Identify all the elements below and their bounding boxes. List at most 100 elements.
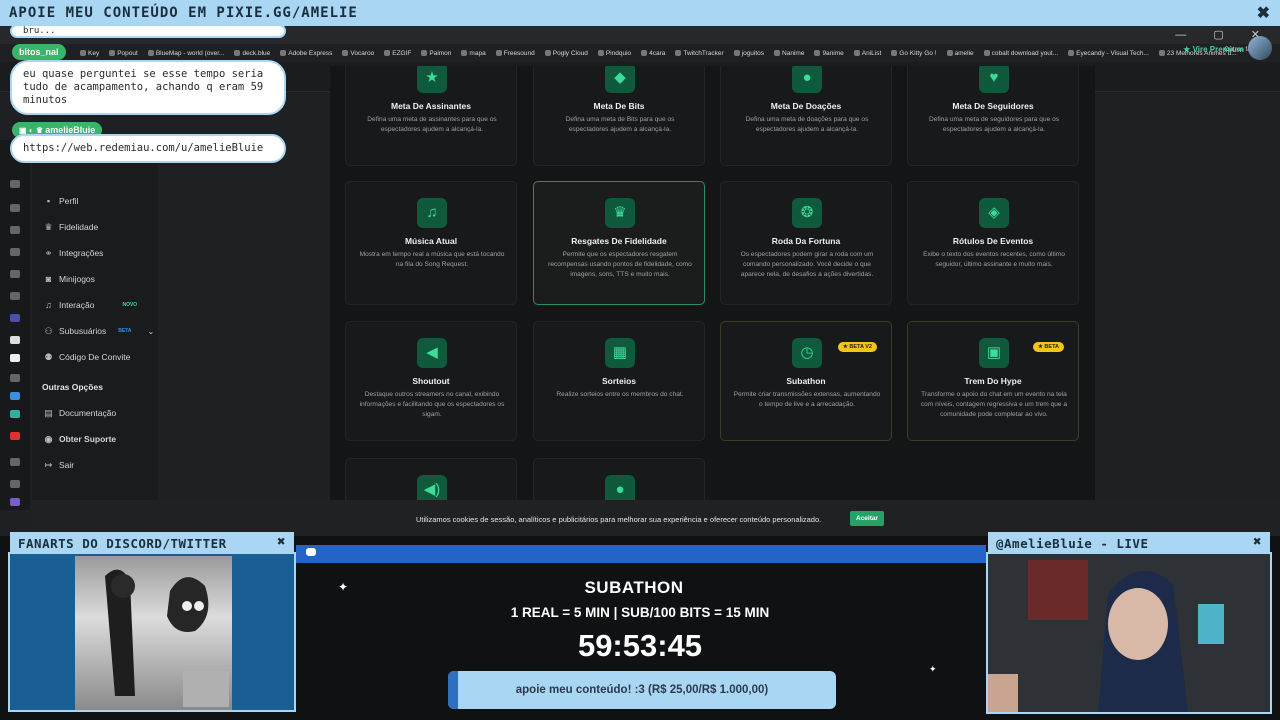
bookmark-icon bbox=[147, 50, 154, 56]
bookmark-item[interactable]: Go Kitty Go ! bbox=[891, 46, 937, 60]
bookmark-icon bbox=[421, 50, 428, 56]
accept-cookies-button[interactable]: Aceitar bbox=[850, 511, 885, 526]
bookmark-item[interactable]: 4cara bbox=[641, 46, 665, 60]
side-icon[interactable] bbox=[10, 374, 20, 382]
widget-card[interactable]: ♛ Resgates De Fidelidade Permite que os es… bbox=[533, 181, 705, 305]
bookmark-item[interactable]: mapa bbox=[461, 46, 486, 60]
bookmark-label: 4cara bbox=[649, 49, 666, 57]
bookmark-icon bbox=[280, 50, 287, 56]
widget-title: Meta De Assinantes bbox=[391, 101, 471, 111]
bookmark-item[interactable]: cobalt download yout... bbox=[983, 46, 1058, 60]
bookmark-item[interactable]: EZGIF bbox=[384, 46, 411, 60]
sidebar-item-sair[interactable]: ↦ Sair bbox=[44, 460, 74, 470]
side-icon[interactable] bbox=[10, 480, 20, 488]
bookmark-icon bbox=[495, 50, 502, 56]
widget-card[interactable]: ★ Meta De Assinantes Defina uma meta de as… bbox=[345, 66, 517, 166]
bookmark-item[interactable]: deck.blue bbox=[234, 46, 270, 60]
side-icon[interactable] bbox=[10, 248, 20, 256]
bookmark-item[interactable]: amelie bbox=[946, 46, 974, 60]
widget-card[interactable]: ◷ Subathon Permite criar transmissões exte… bbox=[720, 321, 892, 441]
bookmark-item[interactable]: Pindquio bbox=[597, 46, 631, 60]
widget-card[interactable]: ◀ Shoutout Destaque outros streamers no ca… bbox=[345, 321, 517, 441]
sidebar-item-interacao[interactable]: ♫ Interação NOVO bbox=[44, 300, 137, 310]
sidebar-item-subusuarios[interactable]: ⚇ Subusuários BETA ⌄ bbox=[44, 326, 154, 336]
sidebar-section-title: Outras Opções bbox=[42, 382, 103, 392]
sidebar-item-label: Obter Suporte bbox=[59, 434, 117, 444]
sidebar-item-convite[interactable]: ⚉ Código De Convite bbox=[44, 352, 130, 362]
bookmark-item[interactable]: Pogly Cloud bbox=[544, 46, 588, 60]
bookmark-icon bbox=[1068, 50, 1075, 56]
widget-card[interactable]: ♥ Meta De Seguidores Defina uma meta de se… bbox=[907, 66, 1079, 166]
widget-card[interactable]: ▦ Sorteios Realize sorteios entre os membr… bbox=[533, 321, 705, 441]
bookmark-item[interactable]: AniList bbox=[853, 46, 881, 60]
widget-title: Meta De Doações bbox=[770, 101, 842, 111]
side-icon[interactable] bbox=[10, 336, 20, 344]
widgets-grid: ★ Meta De Assinantes Defina uma meta de as… bbox=[330, 66, 1095, 510]
widget-card[interactable]: ♫ Música Atual Mostra em tempo real a músi… bbox=[345, 181, 517, 305]
bookmark-item[interactable]: 9anime bbox=[814, 46, 844, 60]
premium-button[interactable]: ★ Vire Premium bbox=[1183, 45, 1244, 54]
bookmark-item[interactable]: BlueMap - world (over... bbox=[147, 46, 224, 60]
widget-description: Realize sorteios entre os membros do cha… bbox=[556, 391, 684, 398]
widget-card[interactable]: ▣ Trem Do Hype Transforme o apoio do chat … bbox=[907, 321, 1079, 441]
sidebar-item-perfil[interactable]: ▪ Perfil bbox=[44, 196, 78, 206]
side-icon[interactable] bbox=[10, 180, 20, 188]
music-icon: ♫ bbox=[417, 198, 447, 228]
widget-title: Sorteios bbox=[601, 376, 636, 386]
widget-description: Transforme o apoio do chat em um evento … bbox=[920, 391, 1068, 418]
chat-message: bru... bbox=[23, 26, 56, 36]
side-icon[interactable] bbox=[10, 392, 20, 400]
sidebar-item-integracoes[interactable]: ⚭ Integrações bbox=[44, 247, 104, 258]
cookie-text: Utilizamos cookies de sessão, analíticos… bbox=[416, 515, 822, 524]
user-icon: ▪ bbox=[46, 195, 51, 206]
widget-card[interactable]: ● Meta De Doações Defina uma meta de doaçõ… bbox=[720, 66, 892, 166]
bookmark-item[interactable]: Popout bbox=[109, 46, 138, 60]
widget-description: Mostra em tempo real a música que está t… bbox=[359, 251, 505, 268]
gift-icon: ▦ bbox=[605, 338, 635, 368]
widget-title: Meta De Bits bbox=[593, 101, 645, 111]
bookmark-item[interactable]: Freesound bbox=[495, 46, 535, 60]
widget-card[interactable]: ❂ Roda Da Fortuna Os espectadores podem gi… bbox=[720, 181, 892, 305]
banner-text: APOIE MEU CONTEÚDO EM PIXIE.GG/AMELIE bbox=[9, 5, 358, 21]
side-icon[interactable] bbox=[10, 498, 20, 506]
bookmark-item[interactable]: Paimon bbox=[421, 46, 451, 60]
sidebar-item-label: Perfil bbox=[59, 196, 79, 206]
bookmark-item[interactable]: Eyecandy - Visual Tech... bbox=[1068, 46, 1149, 60]
sidebar-item-minijogos[interactable]: ◙ Minijogos bbox=[44, 274, 95, 284]
bookmark-item[interactable]: Vocaroo bbox=[342, 46, 374, 60]
side-icon[interactable] bbox=[10, 270, 20, 278]
widget-card[interactable]: ◆ Meta De Bits Defina uma meta de Bits par… bbox=[533, 66, 705, 166]
widget-title: Trem Do Hype bbox=[964, 376, 1022, 386]
bookmark-icon bbox=[597, 50, 604, 56]
side-icon[interactable] bbox=[10, 314, 20, 322]
bookmark-label: amelie bbox=[954, 49, 974, 57]
bookmark-item[interactable]: TwitchTracker bbox=[675, 46, 724, 60]
download-icon[interactable] bbox=[10, 458, 20, 466]
sparkle-icon: ✦ bbox=[338, 580, 349, 594]
sidebar-item-label: Sair bbox=[59, 460, 75, 470]
side-icon[interactable] bbox=[10, 410, 20, 418]
bookmark-item[interactable]: Nanime bbox=[774, 46, 804, 60]
bookmark-item[interactable]: joguitos bbox=[733, 46, 764, 60]
youtube-icon[interactable] bbox=[10, 432, 20, 440]
widget-card[interactable]: ◈ Rótulos De Eventos Exibe o texto dos eve… bbox=[907, 181, 1079, 305]
link-icon: ⚭ bbox=[44, 247, 53, 258]
chat-bubble-fragment: bru... bbox=[10, 24, 286, 38]
side-icon[interactable] bbox=[10, 292, 20, 300]
chat-bubble: https://web.redemiau.com/u/amelieBluie bbox=[10, 134, 286, 163]
avatar[interactable] bbox=[1248, 36, 1272, 60]
heart-icon: ♥ bbox=[979, 66, 1009, 93]
sidebar-item-fidelidade[interactable]: ♛ Fidelidade bbox=[44, 222, 98, 232]
bookmark-item[interactable]: Adobe Express bbox=[280, 46, 332, 60]
bookmark-item[interactable]: Key bbox=[80, 46, 99, 60]
webcam-panel bbox=[986, 552, 1272, 714]
side-icon[interactable] bbox=[10, 204, 20, 212]
sidebar-item-suporte[interactable]: ◉ Obter Suporte bbox=[44, 434, 117, 444]
bookmark-label: Eyecandy - Visual Tech... bbox=[1076, 49, 1149, 57]
sidebar-item-documentacao[interactable]: ▤ Documentação bbox=[44, 408, 116, 418]
x-icon[interactable] bbox=[10, 354, 20, 362]
bookmark-icon bbox=[342, 50, 349, 56]
side-icon[interactable] bbox=[10, 226, 20, 234]
chevron-down-icon[interactable]: ⌄ bbox=[148, 327, 155, 336]
fanart-panel-header: FANARTS DO DISCORD/TWITTER ✖ bbox=[10, 532, 294, 554]
